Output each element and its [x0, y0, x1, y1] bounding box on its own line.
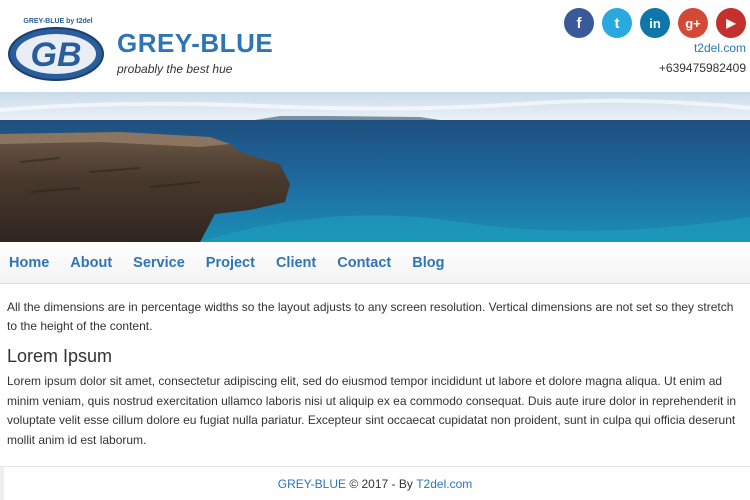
google-plus-icon[interactable]: g+	[678, 8, 708, 38]
svg-text:GB: GB	[31, 36, 82, 74]
phone-number: +639475982409	[658, 61, 746, 75]
website-link[interactable]: t2del.com	[694, 41, 746, 55]
main-content: All the dimensions are in percentage wid…	[7, 298, 743, 450]
nav-client[interactable]: Client	[276, 255, 316, 271]
site-tagline: probably the best hue	[117, 62, 233, 76]
main-nav: Home About Service Project Client Contac…	[0, 242, 750, 284]
youtube-icon[interactable]: ▶	[716, 8, 746, 38]
nav-about[interactable]: About	[70, 255, 112, 271]
section-heading: Lorem Ipsum	[7, 346, 113, 366]
nav-contact[interactable]: Contact	[337, 255, 391, 271]
intro-paragraph: All the dimensions are in percentage wid…	[7, 300, 734, 333]
facebook-icon[interactable]: f	[564, 8, 594, 38]
nav-blog[interactable]: Blog	[412, 255, 444, 271]
footer-strip	[0, 467, 4, 500]
nav-project[interactable]: Project	[206, 255, 255, 271]
linkedin-icon[interactable]: in	[640, 8, 670, 38]
twitter-icon[interactable]: t	[602, 8, 632, 38]
footer-brand-link[interactable]: GREY-BLUE	[278, 477, 346, 491]
svg-text:GREY-BLUE by t2del: GREY-BLUE by t2del	[23, 18, 92, 25]
banner-image	[0, 92, 750, 242]
footer-author-link[interactable]: T2del.com	[416, 477, 472, 491]
site-header: GB GREY-BLUE by t2del GREY-BLUE probably…	[0, 0, 750, 92]
footer-copyright: © 2017 - By	[346, 476, 417, 491]
site-footer: GREY-BLUE © 2017 - By T2del.com	[0, 466, 750, 500]
nav-service[interactable]: Service	[133, 255, 185, 271]
site-title[interactable]: GREY-BLUE	[117, 28, 273, 59]
body-paragraph: Lorem ipsum dolor sit amet, consectetur …	[7, 374, 737, 447]
nav-home[interactable]: Home	[9, 255, 49, 271]
site-logo[interactable]: GB GREY-BLUE by t2del	[6, 14, 106, 82]
social-links: f t in g+ ▶	[564, 8, 746, 38]
